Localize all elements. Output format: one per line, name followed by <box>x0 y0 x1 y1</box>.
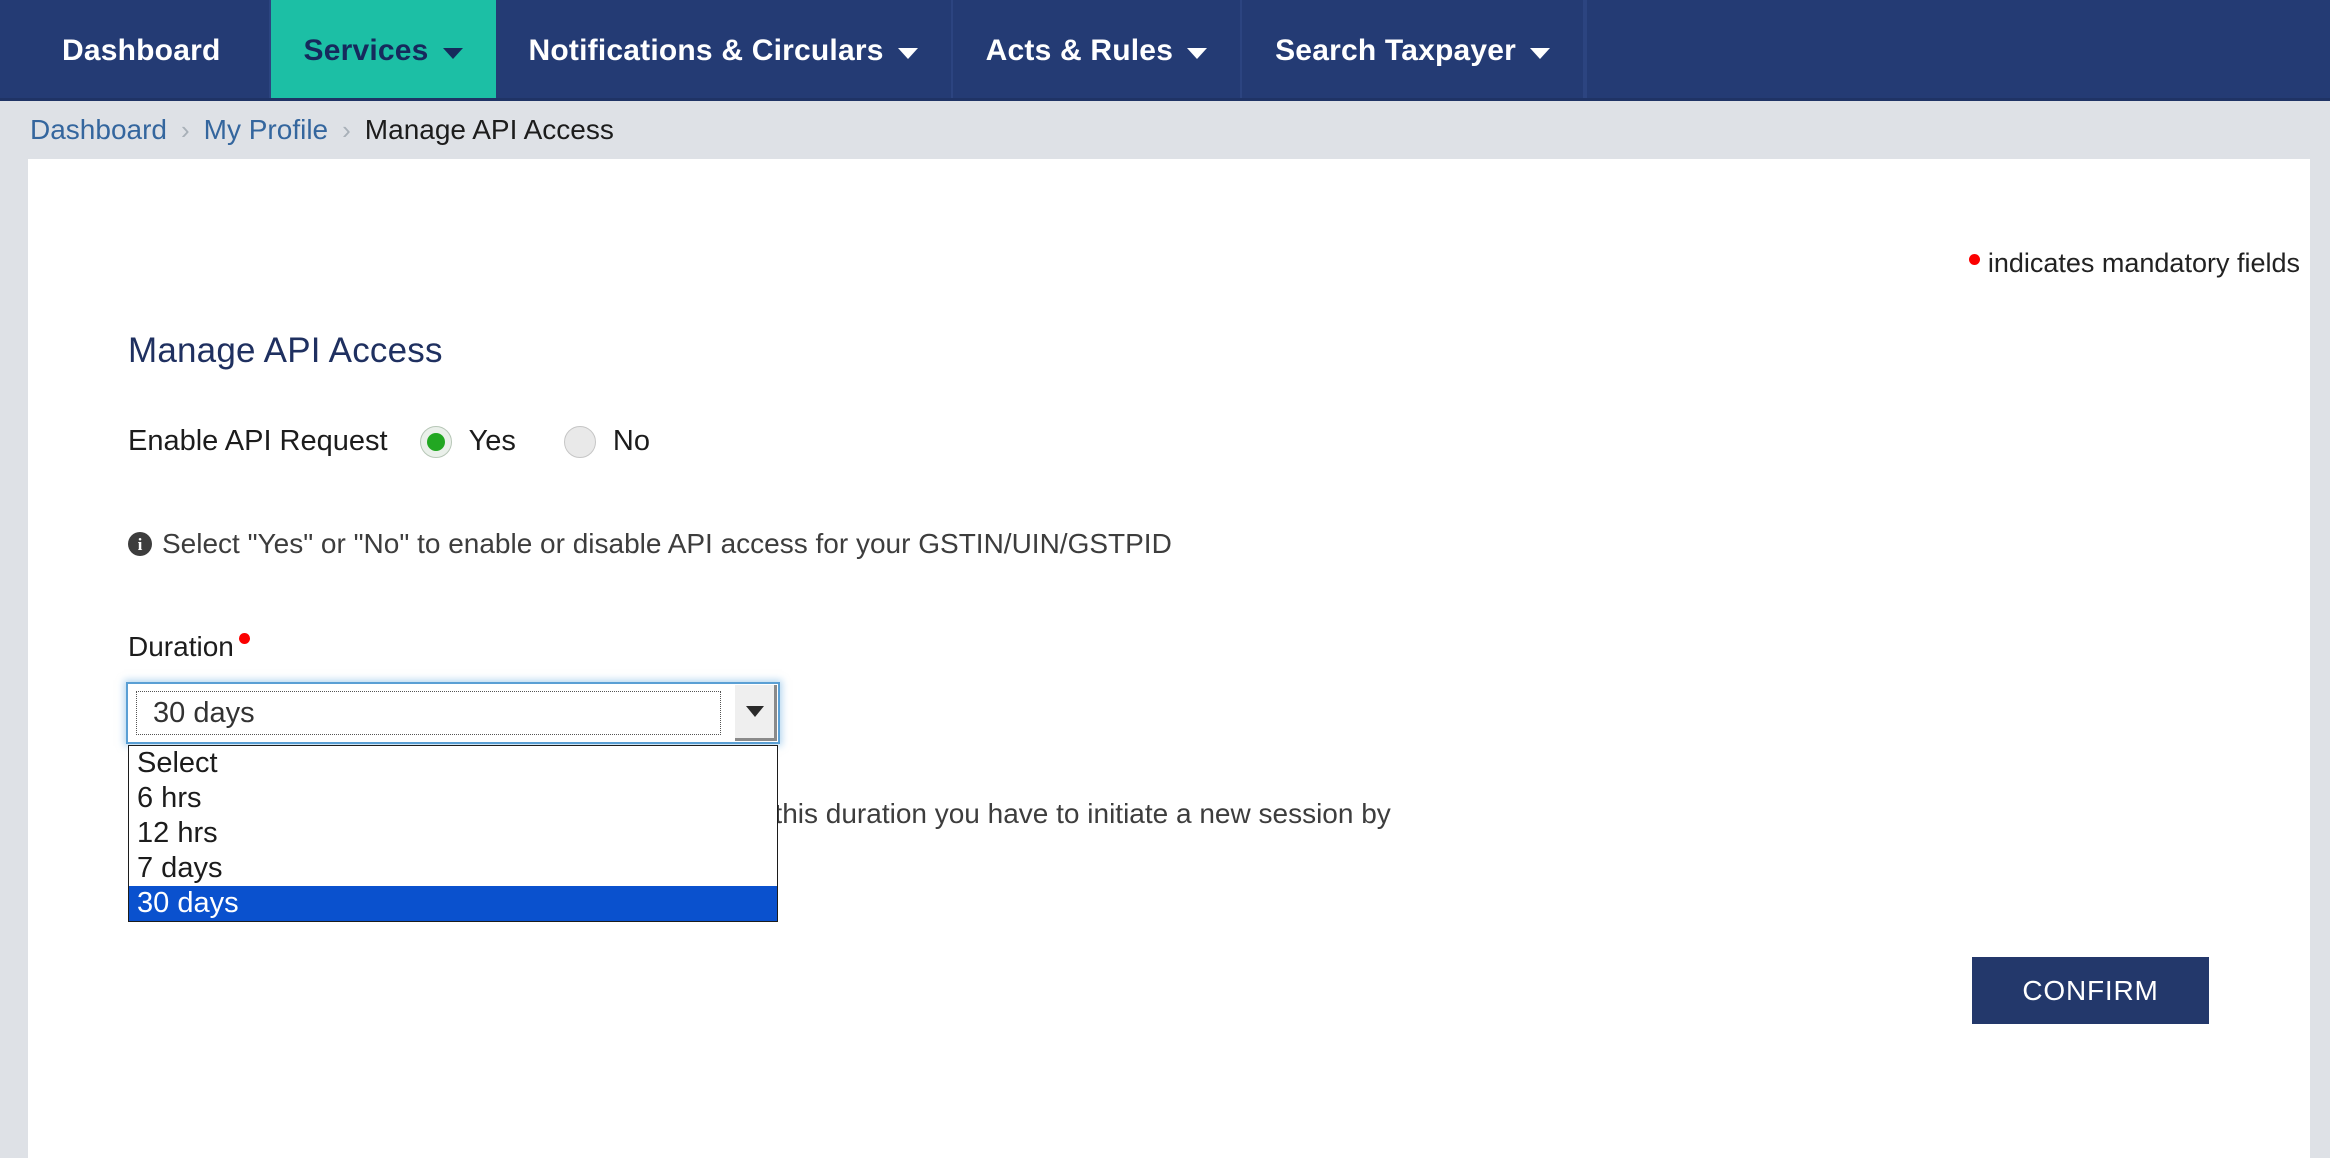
main-navigation-bar: Dashboard Services Notifications & Circu… <box>0 0 2330 101</box>
page-title: Manage API Access <box>128 331 443 371</box>
radio-enable-api-yes[interactable]: Yes <box>420 425 516 458</box>
nav-item-label: Notifications & Circulars <box>529 34 884 68</box>
breadcrumb: Dashboard › My Profile › Manage API Acce… <box>0 101 2330 159</box>
duration-select-value[interactable]: 30 days <box>136 691 721 735</box>
nav-item-label: Services <box>304 34 429 68</box>
mandatory-dot-icon <box>239 633 250 644</box>
radio-no-control[interactable] <box>564 426 596 458</box>
duration-option-selected[interactable]: 30 days <box>129 886 777 921</box>
duration-option[interactable]: Select <box>129 746 777 781</box>
chevron-down-icon <box>1187 48 1207 59</box>
duration-option[interactable]: 6 hrs <box>129 781 777 816</box>
chevron-down-icon <box>898 48 918 59</box>
enable-api-request-label: Enable API Request <box>128 425 388 458</box>
nav-item-label: Search Taxpayer <box>1275 34 1516 68</box>
nav-item-notifications-circulars[interactable]: Notifications & Circulars <box>496 0 953 101</box>
duration-option[interactable]: 7 days <box>129 851 777 886</box>
duration-select[interactable]: 30 days <box>126 682 780 744</box>
radio-selected-dot-icon <box>427 433 445 451</box>
nav-item-acts-rules[interactable]: Acts & Rules <box>953 0 1242 101</box>
duration-label: Duration <box>128 631 250 663</box>
breadcrumb-separator-icon: › <box>342 115 351 146</box>
enable-api-help-text-row: i Select "Yes" or "No" to enable or disa… <box>128 528 1172 560</box>
duration-option-list[interactable]: Select 6 hrs 12 hrs 7 days 30 days <box>128 745 778 922</box>
breadcrumb-item-dashboard[interactable]: Dashboard <box>30 114 167 146</box>
nav-item-search-taxpayer[interactable]: Search Taxpayer <box>1242 0 1585 101</box>
radio-yes-label: Yes <box>469 425 516 458</box>
radio-no-label: No <box>613 425 650 458</box>
nav-item-dashboard[interactable]: Dashboard <box>0 0 271 101</box>
mandatory-note-label: indicates mandatory fields <box>1988 248 2300 278</box>
breadcrumb-item-my-profile[interactable]: My Profile <box>204 114 328 146</box>
radio-enable-api-no[interactable]: No <box>564 425 650 458</box>
mandatory-fields-note: indicates mandatory fields <box>1969 248 2300 279</box>
enable-api-help-text: Select "Yes" or "No" to enable or disabl… <box>162 528 1172 560</box>
duration-select-toggle[interactable] <box>735 685 777 741</box>
duration-option[interactable]: 12 hrs <box>129 816 777 851</box>
radio-yes-control[interactable] <box>420 426 452 458</box>
mandatory-dot-icon <box>1969 254 1980 265</box>
nav-item-label: Acts & Rules <box>986 34 1173 68</box>
nav-item-services[interactable]: Services <box>271 0 496 101</box>
enable-api-request-row: Enable API Request Yes No <box>128 425 650 458</box>
info-icon: i <box>128 532 152 556</box>
confirm-button[interactable]: CONFIRM <box>1972 957 2209 1024</box>
content-panel <box>28 159 2310 1158</box>
navbar-empty-space <box>1585 0 2330 101</box>
breadcrumb-separator-icon: › <box>181 115 190 146</box>
chevron-down-icon <box>1530 48 1550 59</box>
chevron-down-icon <box>443 48 463 59</box>
nav-item-label: Dashboard <box>62 34 221 68</box>
chevron-down-icon <box>746 706 764 717</box>
duration-label-text: Duration <box>128 631 234 662</box>
breadcrumb-item-manage-api-access: Manage API Access <box>365 114 614 146</box>
